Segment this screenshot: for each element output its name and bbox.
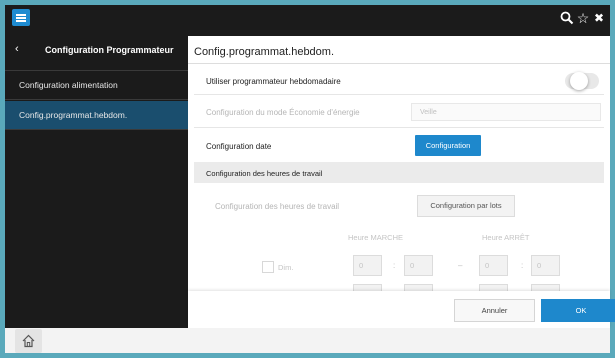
column-header-on: Heure MARCHE bbox=[348, 233, 404, 242]
weekly-timer-label: Utiliser programmateur hebdomadaire bbox=[206, 77, 341, 86]
home-icon bbox=[22, 334, 35, 348]
range-separator: – bbox=[458, 261, 463, 270]
date-config-label: Configuration date bbox=[206, 142, 272, 151]
batch-config-button[interactable]: Configuration par lots bbox=[417, 195, 515, 217]
column-header-off: Heure ARRÊT bbox=[482, 233, 530, 242]
sidebar-header: ‹ Configuration Programmateur bbox=[5, 31, 188, 71]
sidebar-item-power-config[interactable]: Configuration alimentation bbox=[5, 71, 188, 100]
close-icon[interactable]: ✖ bbox=[589, 8, 609, 28]
day-checkbox[interactable] bbox=[262, 261, 274, 273]
off-minute-field[interactable]: 0 bbox=[531, 255, 560, 276]
on-hour-field[interactable]: 0 bbox=[353, 255, 382, 276]
on-minute-field[interactable]: 0 bbox=[404, 255, 433, 276]
sidebar: ‹ Configuration Programmateur Configurat… bbox=[5, 31, 188, 328]
top-bar: ☆ ✖ bbox=[5, 5, 610, 31]
ok-button[interactable]: OK bbox=[541, 299, 615, 322]
time-separator: : bbox=[521, 261, 524, 270]
footer-bar bbox=[5, 328, 610, 353]
back-icon[interactable]: ‹ bbox=[15, 43, 19, 55]
day-label: Dim. bbox=[278, 263, 294, 272]
main-panel: Config.programmat.hebdom. Utiliser progr… bbox=[188, 36, 610, 328]
toggle-knob[interactable] bbox=[570, 72, 588, 90]
home-button[interactable] bbox=[15, 329, 42, 353]
page-title: Config.programmat.hebdom. bbox=[194, 46, 335, 58]
menu-button[interactable] bbox=[12, 9, 30, 26]
hamburger-icon-line bbox=[16, 20, 26, 22]
time-separator: : bbox=[393, 261, 396, 270]
energy-mode-label: Configuration du mode Économie d'énergie bbox=[206, 108, 360, 117]
section-header: Configuration des heures de travail bbox=[194, 162, 604, 183]
sidebar-title: Configuration Programmateur bbox=[45, 45, 174, 55]
action-bar: Annuler OK bbox=[188, 291, 615, 328]
hamburger-icon bbox=[16, 14, 26, 16]
energy-mode-select[interactable]: Veille bbox=[411, 103, 601, 121]
device-frame: ☆ ✖ ‹ Configuration Programmateur Config… bbox=[5, 5, 615, 353]
hamburger-icon-line bbox=[16, 17, 26, 19]
sidebar-item-weekly-timer[interactable]: Config.programmat.hebdom. bbox=[5, 101, 188, 130]
divider bbox=[194, 127, 604, 128]
work-hours-label: Configuration des heures de travail bbox=[215, 202, 340, 211]
divider bbox=[188, 63, 610, 64]
off-hour-field[interactable]: 0 bbox=[479, 255, 508, 276]
section-header-label: Configuration des heures de travail bbox=[206, 169, 323, 178]
cancel-button[interactable]: Annuler bbox=[454, 299, 535, 322]
divider bbox=[194, 94, 604, 95]
date-config-button[interactable]: Configuration bbox=[415, 135, 481, 156]
